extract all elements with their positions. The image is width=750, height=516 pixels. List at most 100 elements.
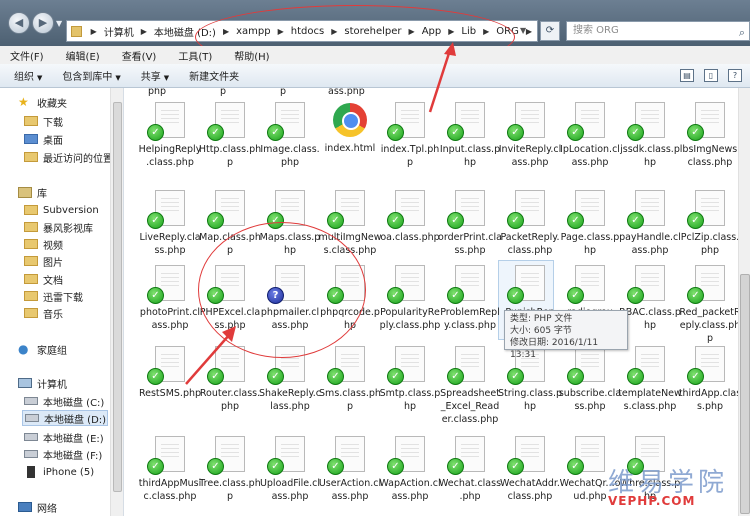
breadcrumb-lib[interactable]: Lib [459,26,478,37]
preview-pane-icon[interactable]: ▯ [704,69,718,82]
file-item[interactable]: ? phpmailer.class.php [258,265,322,332]
breadcrumb-drive-d[interactable]: 本地磁盘 (D:) [152,24,218,39]
file-item[interactable]: ✓ IpLocation.class.php [558,102,622,169]
file-item[interactable]: ✓ Http.class.php [198,102,262,169]
nav-videos[interactable]: 视频 [24,236,63,252]
file-item[interactable]: ✓ InviteReply.class.php [498,102,562,169]
nav-scroll-thumb[interactable] [113,102,122,492]
breadcrumb-app[interactable]: App [420,26,444,37]
file-item[interactable]: ✓ orderPrint.class.php [438,190,502,257]
file-item[interactable]: ✓ Red_packetReply.class.php [678,265,738,345]
breadcrumb-storehelper[interactable]: storehelper [342,26,403,37]
nav-computer[interactable]: 计算机 [18,375,67,391]
nav-drive-c[interactable]: 本地磁盘 (C:) [24,393,104,409]
file-item[interactable]: ✓ Router.class.php [198,346,262,413]
chevron-right-icon[interactable]: ▶ [404,27,420,36]
nav-homegroup[interactable]: ● 家庭组 [18,341,67,357]
file-list-scrollbar[interactable] [738,88,750,516]
file-item[interactable]: ✓ ShakeReply.class.php [258,346,322,413]
file-item[interactable]: ✓ PHPExcel.class.php [198,265,262,332]
file-item[interactable]: ✓ WapAction.class.php [378,436,442,503]
nav-network[interactable]: 网络 [18,499,57,515]
file-item[interactable]: ✓ Wechat.class.php [438,436,502,503]
nav-drive-f[interactable]: 本地磁盘 (F:) [24,446,102,462]
chevron-right-icon[interactable]: ▶ [218,27,234,36]
chevron-right-icon[interactable]: ▶ [443,27,459,36]
chevron-right-icon[interactable]: ▶ [478,27,494,36]
recent-pages-dropdown-icon[interactable]: ▼ [56,19,62,28]
breadcrumb-computer[interactable]: 计算机 [102,24,136,39]
nav-documents[interactable]: 文档 [24,271,63,287]
file-item[interactable]: ✓ Input.class.php [438,102,502,169]
chevron-right-icon[interactable]: ▶ [273,27,289,36]
file-item[interactable]: ✓ multiImgNews.class.php [318,190,382,257]
breadcrumb-xampp[interactable]: xampp [234,26,272,37]
nav-downloads[interactable]: 下载 [24,113,63,129]
partial-file-label[interactable]: php [148,88,166,97]
partial-file-label[interactable]: p [280,88,286,97]
file-item[interactable]: ✓ PclZip.class.php [678,190,738,257]
file-item[interactable]: ✓ Sms.class.php [318,346,382,413]
nav-music[interactable]: 音乐 [24,305,63,321]
file-item[interactable]: ✓ Smtp.class.php [378,346,442,413]
new-folder-button[interactable]: 新建文件夹 [189,68,239,83]
file-item[interactable]: ✓ photoPrint.class.php [138,265,202,332]
file-item[interactable]: ✓ thirdAppMusic.class.php [138,436,202,503]
nav-storm-library[interactable]: 暴风影视库 [24,219,93,235]
nav-iphone[interactable]: iPhone (5) [24,464,94,480]
nav-drive-d[interactable]: 本地磁盘 (D:) [22,410,108,426]
file-item[interactable]: ✓ Maps.class.php [258,190,322,257]
breadcrumb[interactable]: ▶ 计算机 ▶ 本地磁盘 (D:) ▶ xampp ▶ htdocs ▶ sto… [66,20,538,42]
chevron-right-icon[interactable]: ▶ [326,27,342,36]
file-item[interactable]: ✓ Page.class.php [558,190,622,257]
chevron-right-icon[interactable]: ▶ [136,27,152,36]
file-item[interactable]: ✓ thirdApp.class.php [678,346,738,413]
nav-thunder-downloads[interactable]: 迅雷下载 [24,288,83,304]
nav-scrollbar[interactable] [110,88,123,516]
file-item[interactable]: ✓ Map.class.php [198,190,262,257]
file-item[interactable]: ✓ HelpingReply.class.php [138,102,202,169]
forward-button[interactable]: ▶ [32,12,54,34]
refresh-button[interactable]: ⟳ [540,21,560,41]
file-item[interactable]: ✓ jssdk.class.php [618,102,682,169]
nav-recent[interactable]: 最近访问的位置 [24,149,113,165]
menu-edit[interactable]: 编辑(E) [66,48,100,63]
file-item[interactable]: ✓ lbsImgNews.class.php [678,102,738,169]
file-item[interactable]: ✓ Tree.class.php [198,436,262,503]
nav-subversion[interactable]: Subversion [24,202,99,218]
nav-libraries[interactable]: 库 [18,184,47,200]
organize-button[interactable]: 组织 ▼ [14,68,42,83]
breadcrumb-htdocs[interactable]: htdocs [289,26,326,37]
file-item[interactable]: ✓ ProblemReply.class.php [438,265,502,332]
file-item[interactable]: ✓ WechatAddr.class.php [498,436,562,503]
menu-help[interactable]: 帮助(H) [234,48,269,63]
menu-view[interactable]: 查看(V) [122,48,157,63]
file-item[interactable]: ✓ Spreadsheet_Excel_Reader.class.php [438,346,502,426]
nav-drive-e[interactable]: 本地磁盘 (E:) [24,429,104,445]
file-item[interactable]: ✓ PacketReply.class.php [498,190,562,257]
search-icon[interactable]: ⌕ [739,24,745,42]
change-view-icon[interactable]: ▤ [680,69,694,82]
menu-file[interactable]: 文件(F) [10,48,44,63]
back-button[interactable]: ◀ [8,12,30,34]
file-item[interactable]: ✓ oa.class.php [378,190,442,244]
nav-pictures[interactable]: 图片 [24,253,63,269]
file-item[interactable]: index.html [318,102,382,155]
partial-file-label[interactable]: ass.php [328,88,365,97]
include-in-library-button[interactable]: 包含到库中 ▼ [62,68,120,83]
nav-desktop[interactable]: 桌面 [24,131,63,147]
file-item[interactable]: ✓ RestSMS.php [138,346,202,400]
file-item[interactable]: ✓ phpqrcode.php [318,265,382,332]
file-item[interactable]: ✓ LiveReply.class.php [138,190,202,257]
file-item[interactable]: ✓ templateNews.class.php [618,346,682,413]
file-item[interactable]: ✓ Image.class.php [258,102,322,169]
file-item[interactable]: ✓ index.Tpl.php [378,102,442,169]
address-dropdown-icon[interactable]: ▼ [520,26,526,35]
file-item[interactable]: ✓ UploadFile.class.php [258,436,322,503]
breadcrumb-org[interactable]: ORG [494,26,521,37]
menu-tools[interactable]: 工具(T) [178,48,212,63]
search-input[interactable]: 搜索 ORG ⌕ [566,21,750,41]
file-item[interactable]: ✓ UserAction.class.php [318,436,382,503]
partial-file-label[interactable]: p [220,88,226,97]
help-icon[interactable]: ? [728,69,742,82]
